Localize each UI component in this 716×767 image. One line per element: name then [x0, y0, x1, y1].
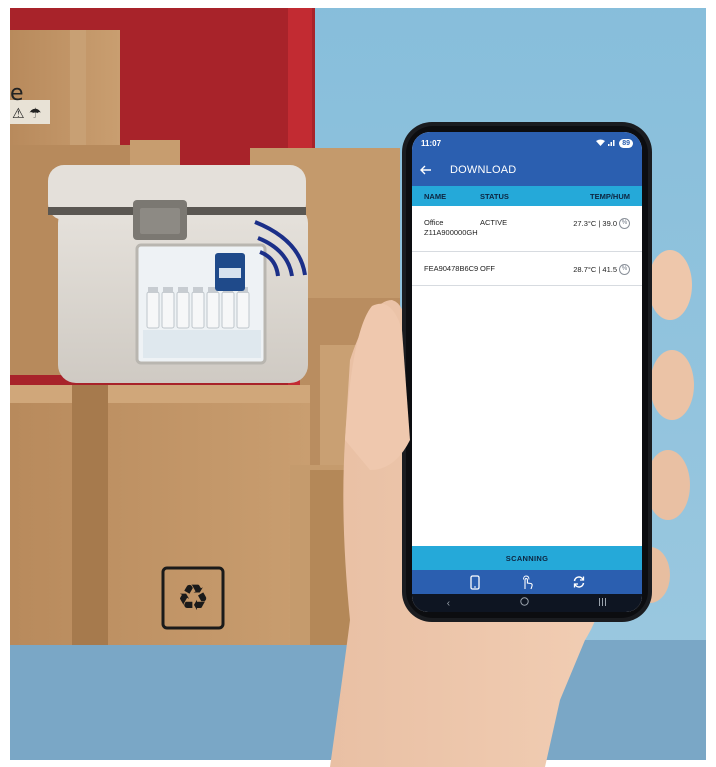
nav-home-icon[interactable]: [519, 597, 529, 609]
touch-icon[interactable]: [516, 572, 538, 592]
back-arrow-icon[interactable]: [420, 163, 440, 178]
cooler-box: [48, 165, 308, 383]
table-row[interactable]: FEA90478B6C9 OFF 28.7°C | 41.5 %: [412, 252, 642, 286]
table-row[interactable]: Office Z11A900000GH ACTIVE 27.3°C | 39.0…: [412, 206, 642, 252]
row-temp-hum: 28.7°C | 41.5 %: [558, 252, 642, 275]
wifi-icon: [596, 139, 606, 148]
sync-icon[interactable]: [568, 572, 590, 592]
humidity-icon: %: [619, 218, 630, 229]
list-empty-area: [412, 286, 642, 546]
svg-text:⚠ ☂: ⚠ ☂: [12, 106, 42, 122]
svg-text:♻: ♻: [177, 578, 209, 619]
box-top-left: [10, 30, 120, 145]
row-temp-hum: 27.3°C | 39.0 %: [558, 206, 642, 229]
row-temp-value: 27.3°C | 39.0: [573, 218, 617, 228]
photo-scene: ⚠ ☂ e ♻ 11:07 89 DOWNLOAD NAME STATUS TE…: [0, 0, 716, 767]
battery-icon: 89: [619, 138, 633, 148]
row-name-line1: Office: [424, 218, 444, 227]
status-bar: 11:07 89: [412, 132, 642, 154]
column-name: NAME: [424, 191, 447, 201]
row-temp-value: 28.7°C | 41.5: [573, 264, 617, 274]
bottom-tab-bar: [412, 570, 642, 594]
app-title: DOWNLOAD: [450, 164, 517, 176]
signal-icon: [608, 139, 616, 148]
status-time: 11:07: [421, 138, 442, 148]
row-name-line1: FEA90478B6C9: [424, 264, 479, 273]
box-front-large: [10, 385, 310, 645]
row-status: ACTIVE: [480, 218, 508, 227]
phone-screen: 11:07 89 DOWNLOAD NAME STATUS TEMP/HUM O…: [412, 132, 642, 612]
phone-icon[interactable]: [464, 572, 486, 592]
column-status: STATUS: [480, 191, 509, 201]
row-name: Office Z11A900000GH: [412, 206, 480, 238]
status-icons: 89: [596, 138, 633, 148]
row-name: FEA90478B6C9: [412, 252, 480, 274]
table-header: NAME STATUS TEMP/HUM: [412, 186, 642, 206]
row-name-line2: Z11A900000GH: [424, 228, 478, 237]
nav-recents-icon[interactable]: [598, 597, 607, 609]
system-nav-bar: ‹: [412, 594, 642, 612]
column-temp-hum: TEMP/HUM: [590, 191, 630, 201]
nav-back-icon[interactable]: ‹: [447, 598, 450, 609]
svg-text:e: e: [10, 81, 24, 106]
humidity-icon: %: [619, 264, 630, 275]
row-status: OFF: [480, 264, 495, 273]
app-bar: DOWNLOAD: [412, 154, 642, 186]
scanning-button[interactable]: SCANNING: [412, 546, 642, 570]
